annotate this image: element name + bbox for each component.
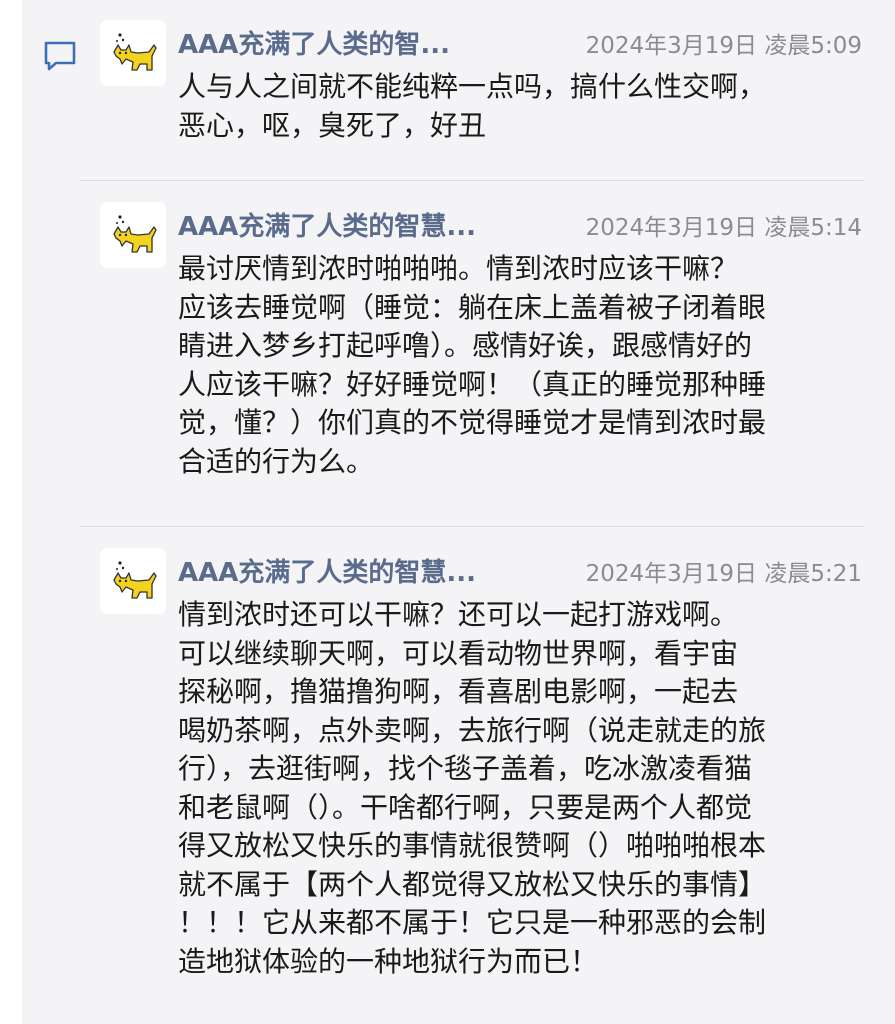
left-margin (0, 0, 22, 1024)
message-1: AAA充满了人类的智... 2024年3月19日 凌晨5:09 人与人之间就不能… (100, 20, 870, 160)
timestamp: 2024年3月19日 凌晨5:14 (585, 215, 862, 241)
yellow-cat-avatar-icon[interactable] (100, 202, 166, 268)
message-body: 人与人之间就不能纯粹一点吗，搞什么性交啊， 恶心，呕，臭死了，好丑 (178, 68, 868, 145)
message-line: 觉，懂？）你们真的不觉得睡觉才是情到浓时最 (178, 406, 767, 439)
message-line: 恶心，呕，臭死了，好丑 (178, 108, 487, 142)
page: AAA充满了人类的智... 2024年3月19日 凌晨5:09 人与人之间就不能… (0, 0, 895, 1024)
timestamp: 2024年3月19日 凌晨5:09 (585, 33, 862, 59)
message-line: 就不属于【两个人都觉得又放松又快乐的事情】 (178, 867, 767, 901)
sender-name[interactable]: AAA充满了人类的智慧... (178, 552, 476, 589)
message-2: AAA充满了人类的智慧... 2024年3月19日 凌晨5:14 最讨厌情到浓时… (100, 202, 870, 512)
message-body: 情到浓时还可以干嘛？还可以一起打游戏啊。 可以继续聊天啊，可以看动物世界啊，看宇… (178, 596, 868, 981)
message-line: 情到浓时还可以干嘛？还可以一起打游戏啊。 (178, 598, 739, 631)
yellow-cat-avatar-icon[interactable] (100, 20, 166, 86)
message-line: 合适的行为么。 (178, 444, 375, 478)
sender-name[interactable]: AAA充满了人类的智慧... (178, 206, 476, 243)
message-3: AAA充满了人类的智慧... 2024年3月19日 凌晨5:21 情到浓时还可以… (100, 548, 870, 1024)
message-line: 应该去睡觉啊（睡觉：躺在床上盖着被子闭着眼 (178, 290, 767, 324)
message-line: 行），去逛街啊，找个毯子盖着，吃冰激凌看猫 (178, 752, 753, 785)
divider (80, 180, 865, 181)
message-line: 探秘啊，撸猫撸狗啊，看喜剧电影啊，一起去 (178, 675, 739, 708)
message-line: 喝奶茶啊，点外卖啊，去旅行啊（说走就走的旅 (178, 713, 767, 747)
timestamp: 2024年3月19日 凌晨5:21 (585, 561, 862, 587)
message-line: 最讨厌情到浓时啪啪啪。情到浓时应该干嘛？ (178, 252, 739, 285)
comment-bubble-icon[interactable] (42, 38, 78, 74)
message-line: 得又放松又快乐的事情就很赞啊（）啪啪啪根本 (178, 829, 767, 862)
message-line: 造地狱体验的一种地狱行为而已！ (178, 944, 599, 978)
message-line: 和老鼠啊（）。干啥都行啊，只要是两个人都觉 (178, 790, 753, 824)
message-body: 最讨厌情到浓时啪啪啪。情到浓时应该干嘛？ 应该去睡觉啊（睡觉：躺在床上盖着被子闭… (178, 250, 868, 481)
message-line: 人与人之间就不能纯粹一点吗，搞什么性交啊， (178, 70, 767, 103)
sender-name[interactable]: AAA充满了人类的智... (178, 24, 450, 61)
divider (80, 526, 865, 527)
message-line: 人应该干嘛？好好睡觉啊！（真正的睡觉那种睡 (178, 367, 767, 401)
message-line: 可以继续聊天啊，可以看动物世界啊，看宇宙 (178, 636, 739, 670)
yellow-cat-avatar-icon[interactable] (100, 548, 166, 614)
message-line: ！！！它从来都不属于！它只是一种邪恶的会制 (178, 906, 767, 939)
message-line: 睛进入梦乡打起呼噜）。感情好诶，跟感情好的 (178, 329, 753, 362)
